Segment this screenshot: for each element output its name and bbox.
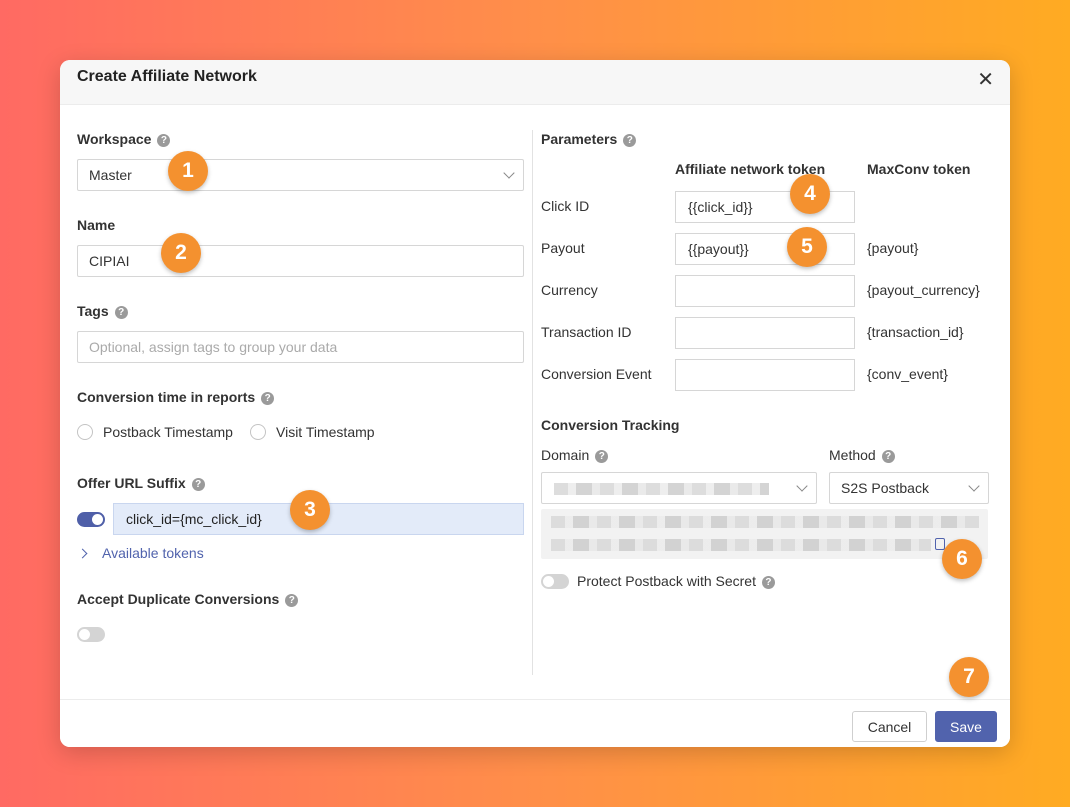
annotation-badge-6: 6 — [942, 539, 982, 579]
toggle-knob — [543, 576, 554, 587]
help-icon[interactable]: ? — [623, 133, 637, 147]
help-icon[interactable]: ? — [881, 449, 895, 463]
conversion-tracking-label: Conversion Tracking — [541, 417, 680, 433]
method-value: S2S Postback — [841, 480, 929, 496]
blurred-postback-line-2 — [551, 539, 931, 551]
workspace-value: Master — [89, 167, 132, 183]
radio-label: Visit Timestamp — [276, 424, 375, 440]
blurred-domain-value — [554, 483, 769, 495]
radio-label: Postback Timestamp — [103, 424, 233, 440]
domain-label-text: Domain — [541, 447, 590, 463]
tags-label-text: Tags — [77, 303, 109, 319]
param-label-currency: Currency — [541, 282, 598, 298]
protect-postback-label-text: Protect Postback with Secret — [577, 573, 756, 589]
dialog-footer: Cancel Save — [60, 699, 1010, 747]
annotation-badge-3: 3 — [290, 490, 330, 530]
annotation-badge-5: 5 — [787, 227, 827, 267]
param-input-currency[interactable] — [675, 275, 855, 307]
method-select[interactable]: S2S Postback — [829, 472, 989, 504]
method-label-text: Method — [829, 447, 876, 463]
close-icon[interactable]: ✕ — [977, 67, 994, 92]
help-icon[interactable]: ? — [114, 305, 128, 319]
maxconv-token-transaction-id: {transaction_id} — [867, 324, 964, 340]
domain-select[interactable] — [541, 472, 817, 504]
domain-label: Domain? — [541, 447, 609, 463]
postback-url-box — [541, 509, 988, 559]
protect-postback-toggle[interactable] — [541, 574, 569, 589]
col-maxconv-token: MaxConv token — [867, 161, 971, 177]
dialog-title: Create Affiliate Network — [77, 68, 257, 85]
name-label: Name — [77, 217, 116, 233]
param-label-conversion-event: Conversion Event — [541, 366, 652, 382]
maxconv-token-payout: {payout} — [867, 240, 919, 256]
tags-input[interactable]: Optional, assign tags to group your data — [77, 331, 524, 363]
conversion-time-label: Conversion time in reports? — [77, 389, 275, 405]
method-label: Method? — [829, 447, 895, 463]
help-icon[interactable]: ? — [761, 575, 775, 589]
param-value: {{payout}} — [688, 241, 749, 257]
accept-duplicates-label: Accept Duplicate Conversions? — [77, 591, 299, 607]
available-tokens-link[interactable]: Available tokens — [77, 545, 204, 561]
offer-url-suffix-toggle[interactable] — [77, 512, 105, 527]
workspace-label: Workspace? — [77, 131, 171, 147]
annotation-badge-4: 4 — [790, 174, 830, 214]
maxconv-token-currency: {payout_currency} — [867, 282, 980, 298]
maxconv-token-conversion-event: {conv_event} — [867, 366, 948, 382]
toggle-knob — [79, 629, 90, 640]
conversion-time-label-text: Conversion time in reports — [77, 389, 256, 405]
help-icon[interactable]: ? — [261, 391, 275, 405]
help-icon[interactable]: ? — [285, 593, 299, 607]
chevron-down-icon — [503, 167, 515, 179]
available-tokens-text: Available tokens — [102, 545, 204, 561]
param-input-payout[interactable]: {{payout}} — [675, 233, 855, 265]
annotation-badge-1: 1 — [168, 151, 208, 191]
offer-url-suffix-value: click_id={mc_click_id} — [126, 511, 262, 527]
column-divider — [532, 130, 533, 675]
help-icon[interactable]: ? — [595, 449, 609, 463]
radio-visit-timestamp[interactable]: Visit Timestamp — [250, 424, 375, 440]
accept-duplicates-toggle[interactable] — [77, 627, 105, 642]
cancel-button[interactable]: Cancel — [852, 711, 927, 742]
annotation-badge-2: 2 — [161, 233, 201, 273]
blurred-postback-line-1 — [551, 516, 979, 528]
radio-circle — [250, 424, 266, 440]
toggle-knob — [92, 514, 103, 525]
parameters-label-text: Parameters — [541, 131, 618, 147]
name-input[interactable]: CIPIAI — [77, 245, 524, 277]
param-label-transaction-id: Transaction ID — [541, 324, 632, 340]
protect-postback-label: Protect Postback with Secret? — [577, 573, 775, 589]
tags-placeholder: Optional, assign tags to group your data — [89, 339, 338, 355]
param-input-conversion-event[interactable] — [675, 359, 855, 391]
chevron-down-icon — [968, 480, 980, 492]
workspace-select[interactable]: Master — [77, 159, 524, 191]
help-icon[interactable]: ? — [191, 477, 205, 491]
param-label-payout: Payout — [541, 240, 585, 256]
parameters-label: Parameters? — [541, 131, 637, 147]
dialog-header: Create Affiliate Network ✕ — [60, 60, 1010, 105]
radio-circle — [77, 424, 93, 440]
workspace-label-text: Workspace — [77, 131, 152, 147]
copy-icon[interactable] — [932, 538, 945, 553]
param-label-click-id: Click ID — [541, 198, 590, 214]
annotation-badge-7: 7 — [949, 657, 989, 697]
save-button[interactable]: Save — [935, 711, 997, 742]
chevron-down-icon — [796, 480, 808, 492]
accept-duplicates-label-text: Accept Duplicate Conversions — [77, 591, 280, 607]
radio-postback-timestamp[interactable]: Postback Timestamp — [77, 424, 233, 440]
offer-url-suffix-label-text: Offer URL Suffix — [77, 475, 186, 491]
param-input-transaction-id[interactable] — [675, 317, 855, 349]
chevron-right-icon — [77, 548, 88, 558]
name-value: CIPIAI — [89, 253, 130, 269]
tags-label: Tags? — [77, 303, 128, 319]
offer-url-suffix-label: Offer URL Suffix? — [77, 475, 205, 491]
param-value: {{click_id}} — [688, 199, 753, 215]
help-icon[interactable]: ? — [157, 133, 171, 147]
